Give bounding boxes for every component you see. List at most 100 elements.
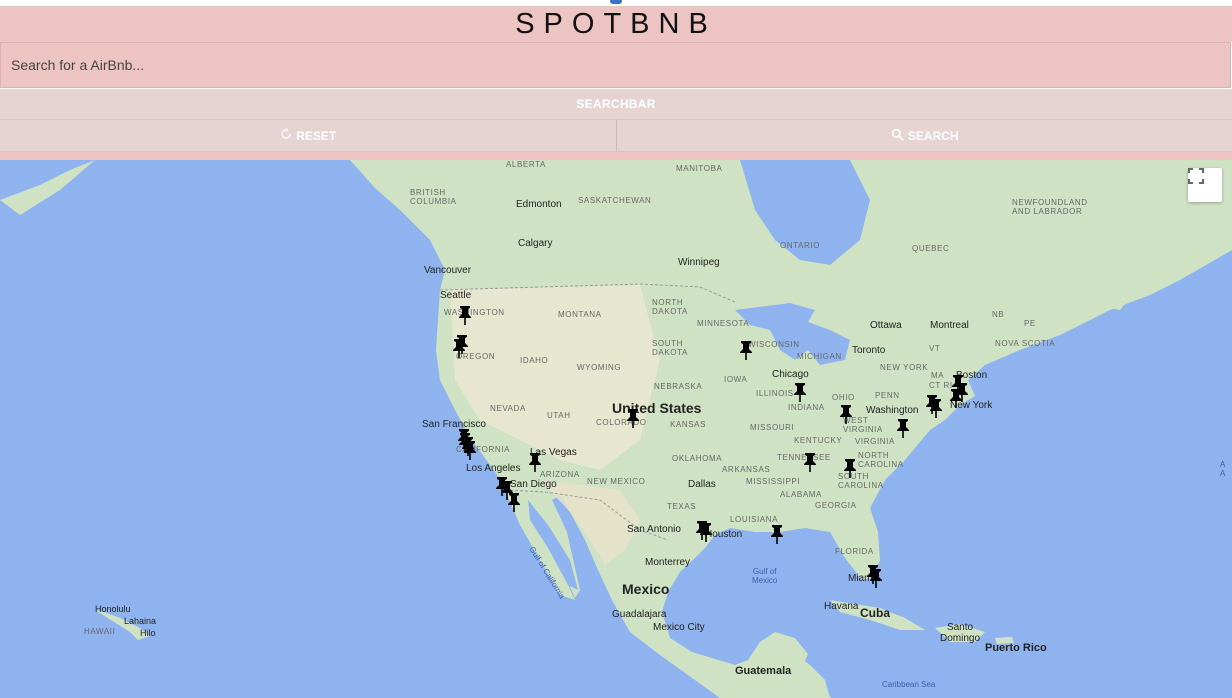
label-arizona: ARIZONA <box>540 470 580 479</box>
label-virginia: VIRGINIA <box>855 437 895 446</box>
label-dallas: Dallas <box>688 479 716 490</box>
label-nova-scotia: NOVA SCOTIA <box>995 339 1056 348</box>
app-title: SPOTBNB <box>0 6 1232 42</box>
map-view[interactable]: ALBERTA MANITOBA BRITISH COLUMBIA SASKAT… <box>0 160 1232 698</box>
label-lahaina: Lahaina <box>124 616 157 626</box>
search-input[interactable] <box>1 43 1230 87</box>
pushpin-icon[interactable] <box>458 305 472 325</box>
label-manitoba: MANITOBA <box>676 164 723 173</box>
pushpin-icon[interactable] <box>739 340 753 360</box>
label-indiana: INDIANA <box>788 403 825 412</box>
pushpin-icon[interactable] <box>839 404 853 424</box>
label-alberta: ALBERTA <box>506 160 546 169</box>
label-penn: PENN <box>875 391 900 400</box>
label-honolulu: Honolulu <box>95 604 131 614</box>
label-hawaii: HAWAII <box>84 627 116 636</box>
label-atlantic: A A <box>1220 460 1226 478</box>
label-british-columbia: BRITISH COLUMBIA <box>410 188 457 206</box>
pushpin-icon[interactable] <box>929 398 943 418</box>
pushpin-icon[interactable] <box>896 418 910 438</box>
label-idaho: IDAHO <box>520 356 549 365</box>
pushpin-icon[interactable] <box>457 428 471 448</box>
label-pe: PE <box>1024 319 1036 328</box>
label-monterrey: Monterrey <box>645 557 691 568</box>
pushpin-icon[interactable] <box>528 452 542 472</box>
label-saskatchewan: SASKATCHEWAN <box>578 196 652 205</box>
arctic-island <box>0 160 95 215</box>
pushpin-icon[interactable] <box>626 408 640 428</box>
searchbar-button[interactable]: SEARCHBAR <box>0 89 1232 119</box>
label-calgary: Calgary <box>518 238 553 249</box>
pushpin-icon[interactable] <box>699 522 713 542</box>
label-south-dakota: SOUTH DAKOTA <box>652 339 688 357</box>
label-montana: MONTANA <box>558 310 602 319</box>
label-vancouver: Vancouver <box>424 265 472 276</box>
label-minnesota: MINNESOTA <box>697 319 750 328</box>
label-ma: MA <box>931 371 945 380</box>
label-iowa: IOWA <box>724 375 748 384</box>
label-winnipeg: Winnipeg <box>678 257 720 268</box>
label-guatemala: Guatemala <box>735 665 792 677</box>
label-seattle: Seattle <box>440 290 472 301</box>
label-quebec: QUEBEC <box>912 244 950 253</box>
label-havana: Havana <box>824 601 859 612</box>
label-washington-dc: Washington <box>866 405 919 416</box>
header-divider <box>0 152 1232 160</box>
label-newfoundland: NEWFOUNDLAND AND LABRADOR <box>1012 198 1088 216</box>
pushpin-icon[interactable] <box>843 458 857 478</box>
label-wyoming: WYOMING <box>577 363 622 372</box>
reset-button[interactable]: RESET <box>0 119 616 152</box>
pushpin-icon[interactable] <box>770 524 784 544</box>
label-north-carolina: NORTH CAROLINA <box>858 451 904 469</box>
label-new-york-state: NEW YORK <box>880 363 929 372</box>
label-edmonton: Edmonton <box>516 199 562 210</box>
label-washington: WASHINGTON <box>444 308 505 317</box>
label-cuba: Cuba <box>860 606 890 620</box>
label-los-angeles: Los Angeles <box>466 463 521 474</box>
label-north-dakota: NORTH DAKOTA <box>652 298 688 316</box>
pushpin-icon[interactable] <box>949 388 963 408</box>
label-kentucky: KENTUCKY <box>794 436 843 445</box>
label-florida: FLORIDA <box>835 547 874 556</box>
action-buttons: RESET SEARCH <box>0 119 1232 152</box>
label-oklahoma: OKLAHOMA <box>672 454 723 463</box>
pushpin-icon[interactable] <box>869 568 883 588</box>
label-ottawa: Ottawa <box>870 320 902 331</box>
label-caribbean-sea: Caribbean Sea <box>882 680 936 689</box>
label-louisiana: LOUISIANA <box>730 515 779 524</box>
label-vt: VT <box>929 344 941 353</box>
label-ohio: OHIO <box>832 393 855 402</box>
label-san-diego: San Diego <box>510 479 557 490</box>
magnifier-icon <box>890 127 905 145</box>
label-ontario: ONTARIO <box>780 241 821 250</box>
label-arkansas: ARKANSAS <box>722 465 771 474</box>
pushpin-icon[interactable] <box>507 492 521 512</box>
label-san-antonio: San Antonio <box>627 524 681 535</box>
refresh-icon <box>279 127 293 144</box>
search-field[interactable] <box>0 42 1231 88</box>
label-montreal: Montreal <box>930 320 969 331</box>
label-mexico-city: Mexico City <box>653 622 705 633</box>
pushpin-icon[interactable] <box>803 452 817 472</box>
search-label: SEARCH <box>907 128 959 143</box>
pushpin-icon[interactable] <box>793 382 807 402</box>
reset-label: RESET <box>296 128 337 143</box>
label-nebraska: NEBRASKA <box>654 382 703 391</box>
label-texas: TEXAS <box>667 502 697 511</box>
label-missouri: MISSOURI <box>750 423 795 432</box>
label-guadalajara: Guadalajara <box>612 609 667 620</box>
label-mississippi: MISSISSIPPI <box>746 477 801 486</box>
top-handle <box>610 0 622 4</box>
label-wisconsin: WISCONSIN <box>748 340 800 349</box>
label-michigan: MICHIGAN <box>797 352 842 361</box>
label-puerto-rico: Puerto Rico <box>985 642 1047 654</box>
label-illinois: ILLINOIS <box>756 389 794 398</box>
pushpin-icon[interactable] <box>452 338 466 358</box>
label-nb: NB <box>992 310 1005 319</box>
fullscreen-button[interactable] <box>1188 168 1222 202</box>
label-gulf-of-mexico: Gulf of Mexico <box>752 567 778 585</box>
label-alabama: ALABAMA <box>780 490 822 499</box>
label-santo-domingo: Santo Domingo <box>940 622 981 644</box>
label-kansas: KANSAS <box>670 420 707 429</box>
search-button[interactable]: SEARCH <box>615 119 1232 152</box>
